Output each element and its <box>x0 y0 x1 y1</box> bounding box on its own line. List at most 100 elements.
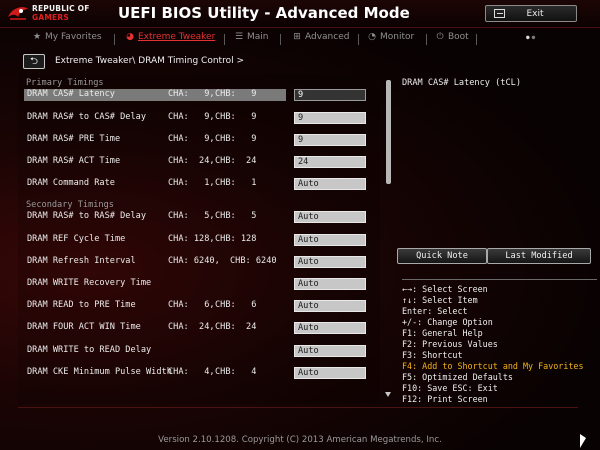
setting-row[interactable]: DRAM CAS# Latency CHA: 9, CHB: 9 9 <box>24 89 394 101</box>
tab-boot[interactable]: ⏻ Boot <box>435 32 469 47</box>
key-hint: ←→: Select Screen <box>402 284 488 294</box>
setting-row[interactable]: DRAM Command Rate CHA: 1, CHB: 1 Auto <box>24 178 394 190</box>
setting-value-field[interactable]: Auto <box>294 211 366 223</box>
tab-my-favorites[interactable]: ★ My Favorites <box>32 32 102 47</box>
channel-b-value: CHB: 128 <box>215 234 257 244</box>
setting-label: DRAM REF Cycle Time <box>27 234 126 244</box>
setting-value-field[interactable]: Auto <box>294 234 366 246</box>
help-panel: DRAM CAS# Latency (tCL) Quick Note Last … <box>397 74 597 404</box>
channel-a-value: CHA: 6240, <box>168 256 220 266</box>
setting-label: DRAM RAS# to RAS# Delay <box>27 211 146 221</box>
setting-value-field[interactable]: 24 <box>294 156 366 168</box>
setting-row[interactable]: DRAM RAS# PRE Time CHA: 9, CHB: 9 9 <box>24 134 394 146</box>
channel-b-value: CHB: 6 <box>215 300 257 310</box>
page-dot: ● <box>531 34 538 41</box>
tab-monitor[interactable]: ◔ Monitor <box>367 32 414 47</box>
exit-button[interactable]: Exit <box>485 5 577 22</box>
setting-value-field[interactable]: Auto <box>294 178 366 190</box>
tab-label: My Favorites <box>45 32 102 42</box>
key-hint: F2: Previous Values <box>402 339 498 349</box>
key-hint: Enter: Select <box>402 306 468 316</box>
section-title-primary: Primary Timings <box>26 78 104 88</box>
help-title: DRAM CAS# Latency (tCL) <box>402 78 521 88</box>
tab-divider <box>358 34 359 45</box>
tab-label: Extreme Tweaker <box>138 32 216 42</box>
setting-label: DRAM Refresh Interval <box>27 256 136 266</box>
tab-divider <box>426 34 427 45</box>
channel-b-value: CHB: 9 <box>215 89 257 99</box>
key-hint: F12: Print Screen <box>402 394 488 404</box>
channel-a-value: CHA: 9, <box>168 134 215 144</box>
tab-label: Monitor <box>380 32 415 42</box>
channel-a-value: CHA: 4, <box>168 367 215 377</box>
channel-b-value: CHB: 9 <box>215 112 257 122</box>
setting-row[interactable]: DRAM WRITE Recovery Time Auto <box>24 278 394 290</box>
setting-row[interactable]: DRAM CKE Minimum Pulse Width CHA: 4, CHB… <box>24 367 394 379</box>
channel-a-value: CHA: 5, <box>168 211 215 221</box>
scroll-down-arrow-icon[interactable] <box>385 392 391 397</box>
setting-row[interactable]: DRAM FOUR ACT WIN Time CHA: 24, CHB: 24 … <box>24 322 394 334</box>
mouse-cursor-icon <box>580 434 586 448</box>
setting-value-field[interactable]: Auto <box>294 345 366 357</box>
channel-b-value: CHB: 24 <box>215 322 257 332</box>
channel-b-value: CHB: 4 <box>215 367 257 377</box>
brand-line-2: GAMERS <box>32 13 69 22</box>
tab-main[interactable]: ☰ Main <box>234 32 269 47</box>
channel-b-value: CHB: 5 <box>215 211 257 221</box>
quick-note-button[interactable]: Quick Note <box>397 248 487 264</box>
tab-label: Boot <box>448 32 469 42</box>
bios-screen: REPUBLIC OF GAMERS UEFI BIOS Utility - A… <box>0 0 600 450</box>
scrollbar-thumb[interactable] <box>386 80 391 184</box>
setting-row[interactable]: DRAM Refresh Interval CHA: 6240, CHB: 62… <box>24 256 394 268</box>
channel-a-value: CHA: 6, <box>168 300 215 310</box>
key-hint-highlighted: F4: Add to Shortcut and My Favorites <box>402 361 584 371</box>
channel-b-value: CHB: 6240 <box>230 256 277 266</box>
setting-label: DRAM Command Rate <box>27 178 115 188</box>
setting-value-field[interactable]: Auto <box>294 278 366 290</box>
last-modified-button[interactable]: Last Modified <box>487 248 591 264</box>
setting-label: DRAM WRITE Recovery Time <box>27 278 152 288</box>
list-icon: ☰ <box>234 32 244 42</box>
setting-value-field[interactable]: Auto <box>294 300 366 312</box>
scrollbar[interactable] <box>386 80 391 398</box>
settings-list: Primary Timings DRAM CAS# Latency CHA: 9… <box>18 74 380 404</box>
rog-eye-icon: ◕ <box>126 32 134 42</box>
page-indicator[interactable]: ●● <box>526 34 537 41</box>
footer-divider <box>18 407 578 408</box>
setting-label: DRAM CKE Minimum Pulse Width <box>27 367 172 377</box>
version-footer: Version 2.10.1208. Copyright (C) 2013 Am… <box>158 435 442 445</box>
setting-row[interactable]: DRAM RAS# to RAS# Delay CHA: 5, CHB: 5 A… <box>24 211 394 223</box>
setting-value-field[interactable]: Auto <box>294 256 366 268</box>
channel-b-value: CHB: 1 <box>215 178 257 188</box>
back-arrow-icon: ⮌ <box>29 56 38 67</box>
setting-row[interactable]: DRAM RAS# to CAS# Delay CHA: 9, CHB: 9 9 <box>24 112 394 124</box>
setting-value-field[interactable]: 9 <box>294 89 366 101</box>
tab-divider <box>224 34 225 45</box>
key-hint: F3: Shortcut <box>402 350 463 360</box>
breadcrumb: Extreme Tweaker\ DRAM Timing Control > <box>55 56 244 66</box>
setting-row[interactable]: DRAM WRITE to READ Delay Auto <box>24 345 394 357</box>
setting-row[interactable]: DRAM READ to PRE Time CHA: 6, CHB: 6 Aut… <box>24 300 394 312</box>
tab-label: Main <box>247 32 269 42</box>
tab-advanced[interactable]: ⊞ Advanced <box>292 32 349 47</box>
brand-line-1: REPUBLIC OF <box>32 4 90 13</box>
setting-label: DRAM RAS# to CAS# Delay <box>27 112 146 122</box>
setting-label: DRAM FOUR ACT WIN Time <box>27 322 141 332</box>
setting-value-field[interactable]: Auto <box>294 322 366 334</box>
advanced-icon: ⊞ <box>293 32 301 42</box>
setting-value-field[interactable]: Auto <box>294 367 366 379</box>
rog-logo-icon <box>8 7 28 20</box>
setting-row[interactable]: DRAM RAS# ACT Time CHA: 24, CHB: 24 24 <box>24 156 394 168</box>
tab-extreme-tweaker[interactable]: ◕ Extreme Tweaker <box>125 32 215 47</box>
setting-row[interactable]: DRAM REF Cycle Time CHA: 128, CHB: 128 A… <box>24 234 394 246</box>
setting-value-field[interactable]: 9 <box>294 134 366 146</box>
channel-a-value: CHA: 9, <box>168 89 215 99</box>
tab-divider <box>476 34 477 45</box>
star-icon: ★ <box>32 32 42 42</box>
setting-label: DRAM READ to PRE Time <box>27 300 136 310</box>
key-hint: F5: Optimized Defaults <box>402 372 513 382</box>
channel-a-value: CHA: 24, <box>168 322 215 332</box>
key-hint: F10: Save ESC: Exit <box>402 383 498 393</box>
back-button[interactable]: ⮌ <box>23 54 45 69</box>
setting-value-field[interactable]: 9 <box>294 112 366 124</box>
